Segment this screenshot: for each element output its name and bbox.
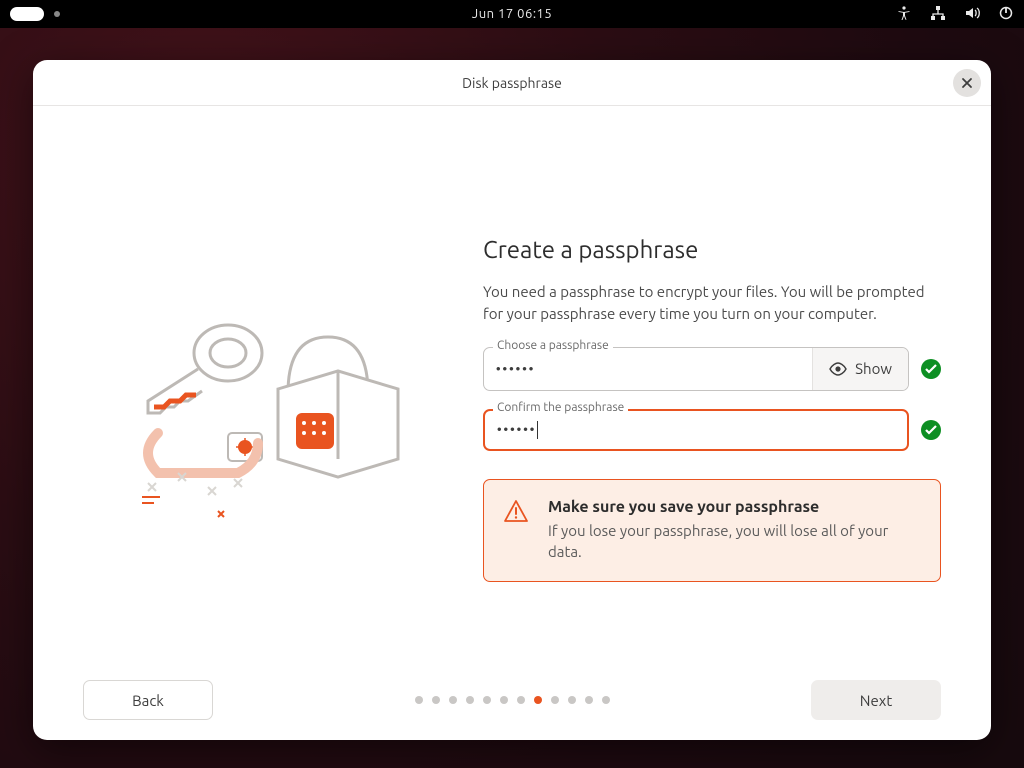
check-icon (925, 364, 937, 374)
power-icon[interactable] (998, 5, 1014, 24)
footer: Back Next (33, 670, 991, 740)
progress-dot (568, 696, 576, 704)
progress-dot (585, 696, 593, 704)
page-heading: Create a passphrase (483, 236, 941, 263)
warning-title: Make sure you save your passphrase (548, 498, 920, 516)
illustration (83, 146, 453, 660)
clock[interactable]: Jun 17 06:15 (472, 7, 552, 21)
progress-dot (500, 696, 508, 704)
key-lock-illustration (118, 273, 418, 533)
network-icon[interactable] (930, 5, 946, 24)
passphrase-label: Choose a passphrase (493, 339, 613, 352)
activities-pill[interactable] (10, 7, 44, 21)
installer-window: Disk passphrase (33, 60, 991, 740)
warning-body: If you lose your passphrase, you will lo… (548, 520, 920, 564)
confirm-passphrase-input[interactable]: •••••• (483, 409, 909, 451)
page-description: You need a passphrase to encrypt your fi… (483, 281, 941, 325)
show-password-button[interactable]: Show (812, 348, 908, 390)
back-button[interactable]: Back (83, 680, 213, 720)
workspace-dot (54, 11, 60, 17)
progress-dot (432, 696, 440, 704)
close-button[interactable] (953, 69, 981, 97)
close-icon (961, 77, 973, 89)
eye-icon (829, 362, 847, 376)
confirm-label: Confirm the passphrase (493, 401, 628, 414)
warning-box: Make sure you save your passphrase If yo… (483, 479, 941, 583)
window-title: Disk passphrase (462, 75, 562, 91)
passphrase-valid-check (921, 359, 941, 379)
progress-dot (466, 696, 474, 704)
progress-dot (602, 696, 610, 704)
form-content: Create a passphrase You need a passphras… (483, 146, 941, 660)
gnome-top-bar: Jun 17 06:15 (0, 0, 1024, 28)
accessibility-icon[interactable] (896, 5, 912, 24)
progress-dot (483, 696, 491, 704)
confirm-valid-check (921, 420, 941, 440)
passphrase-field-wrap: •••••• Show (483, 347, 909, 391)
progress-dot (551, 696, 559, 704)
progress-dot (449, 696, 457, 704)
check-icon (925, 425, 937, 435)
progress-dot (534, 696, 542, 704)
progress-dot (517, 696, 525, 704)
progress-dot (415, 696, 423, 704)
warning-icon (504, 500, 528, 526)
next-button[interactable]: Next (811, 680, 941, 720)
progress-dots (415, 696, 610, 704)
passphrase-input[interactable]: •••••• (484, 348, 812, 390)
titlebar: Disk passphrase (33, 60, 991, 106)
show-label: Show (855, 360, 892, 377)
volume-icon[interactable] (964, 5, 980, 24)
